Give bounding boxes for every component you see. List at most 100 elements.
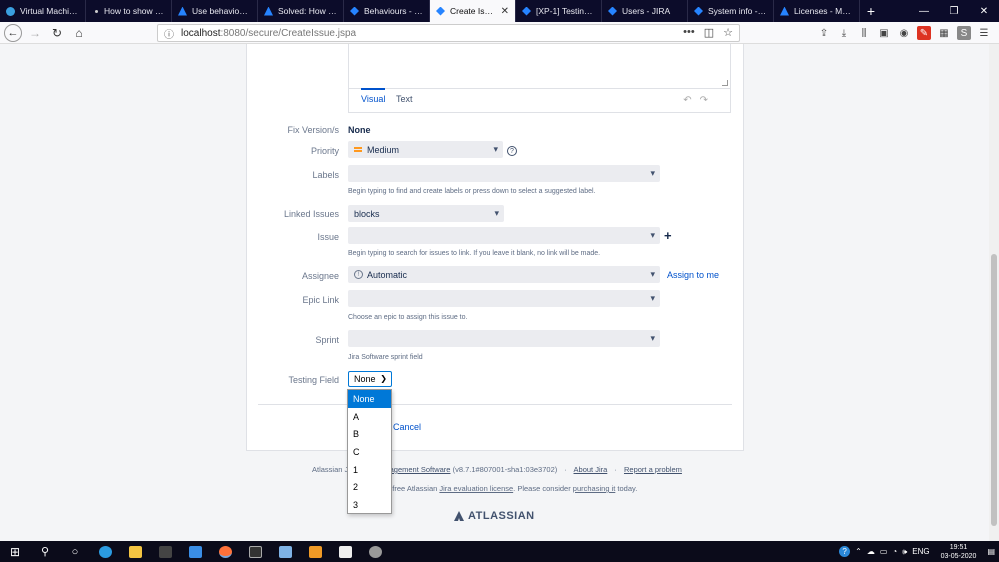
downloads-icon[interactable]: ⤓ — [837, 26, 851, 40]
network-icon[interactable]: ◔ — [892, 547, 897, 556]
extension-icon[interactable]: ◉ — [897, 26, 911, 40]
page-content: Visual Text ↶↷ Fix Version/s None Priori… — [0, 44, 999, 541]
task-view-icon[interactable]: ○ — [60, 541, 90, 562]
window-controls: — ❐ ✕ — [909, 0, 999, 22]
priority-select[interactable]: Medium ▾ — [348, 141, 503, 158]
editor-tab-visual[interactable]: Visual — [361, 88, 386, 106]
volume-icon[interactable]: 🕪 — [902, 547, 907, 557]
system-clock[interactable]: 19:51 03-05-2020 — [941, 543, 977, 561]
purchase-link[interactable]: purchasing it — [573, 484, 616, 493]
assign-to-me-link[interactable]: Assign to me — [667, 270, 719, 280]
dropdown-option[interactable]: B — [348, 425, 391, 443]
pdf-extension-icon[interactable]: ✎ — [917, 26, 931, 40]
tab-title: Licenses - My Atla — [794, 6, 853, 16]
url-bar[interactable]: ⓘ localhost:8080/secure/CreateIssue.jspa… — [157, 24, 740, 42]
notepad-app-icon[interactable] — [270, 541, 300, 562]
sprint-hint: Jira Software sprint field — [348, 354, 423, 361]
testing-field-select[interactable]: None ❯ — [348, 371, 392, 387]
about-jira-link[interactable]: About Jira — [574, 465, 608, 474]
report-problem-link[interactable]: Report a problem — [624, 465, 682, 474]
browser-tab[interactable]: Virtual Machines — [0, 0, 86, 22]
footer-version: (v8.7.1#807001-sha1:03e3702) — [450, 465, 558, 474]
browser-tab[interactable]: Behaviours - JIRA — [344, 0, 430, 22]
taskbar-edge-icon[interactable] — [90, 541, 120, 562]
notifications-icon[interactable]: ▤ — [987, 547, 995, 556]
minimize-icon[interactable]: — — [909, 0, 939, 22]
editor-tab-text[interactable]: Text — [396, 88, 413, 106]
linked-issues-select[interactable]: blocks ▾ — [348, 205, 504, 222]
help-icon[interactable]: ? — [507, 146, 517, 156]
browser-tab[interactable]: System info - JIRA — [688, 0, 774, 22]
terminal-app-icon[interactable] — [240, 541, 270, 562]
mail-icon[interactable] — [180, 541, 210, 562]
menu-icon[interactable]: ☰ — [977, 26, 991, 40]
undo-redo-icons[interactable]: ↶↷ — [683, 95, 716, 106]
browser-tab-bar: Virtual Machines How to show valu Use be… — [0, 0, 999, 22]
sprint-input[interactable]: ▾ — [348, 330, 660, 347]
resize-handle-icon[interactable] — [722, 80, 728, 86]
project-management-link[interactable]: nagement Software — [385, 465, 450, 474]
issue-input[interactable]: ▾ — [348, 227, 660, 244]
browser-tab[interactable]: Licenses - My Atla — [774, 0, 860, 22]
search-icon[interactable]: ⚲ — [30, 541, 60, 562]
browser-tab[interactable]: Users - JIRA — [602, 0, 688, 22]
close-tab-icon[interactable]: ✕ — [501, 6, 509, 17]
cancel-link[interactable]: Cancel — [393, 422, 421, 432]
browser-tab[interactable]: Use behaviour to — [172, 0, 258, 22]
tab-title: Virtual Machines — [20, 6, 79, 16]
reload-icon[interactable]: ↻ — [46, 22, 68, 44]
epic-link-input[interactable]: ▾ — [348, 290, 660, 307]
orange-app-icon[interactable] — [300, 541, 330, 562]
restore-icon[interactable]: ❐ — [939, 0, 969, 22]
library-icon[interactable]: ⫼ — [857, 26, 871, 40]
epic-link-hint: Choose an epic to assign this issue to. — [348, 314, 468, 321]
description-textarea[interactable] — [349, 44, 730, 89]
dropdown-option[interactable]: 3 — [348, 496, 391, 514]
grey-extension-icon[interactable]: S — [957, 26, 971, 40]
firefox-icon[interactable] — [210, 541, 240, 562]
screenshot-icon[interactable]: ⇪ — [817, 26, 831, 40]
atlassian-logo[interactable]: ATLASSIAN — [454, 510, 535, 522]
dropdown-option[interactable]: 2 — [348, 478, 391, 496]
bookmark-star-icon[interactable]: ☆ — [723, 26, 733, 39]
cloud-icon[interactable]: ☁ — [867, 547, 875, 556]
pocket-icon[interactable]: ◫ — [704, 26, 714, 39]
browser-tab[interactable]: Solved: How to d — [258, 0, 344, 22]
back-arrow-icon[interactable]: ← — [4, 23, 22, 42]
file-explorer-icon[interactable] — [120, 541, 150, 562]
tool-app-icon[interactable] — [360, 541, 390, 562]
page-actions-icon[interactable]: ••• — [683, 26, 695, 39]
browser-tab[interactable]: [XP-1] Testing wo — [516, 0, 602, 22]
close-icon[interactable]: ✕ — [969, 0, 999, 22]
sidebar-icon[interactable]: ▣ — [877, 26, 891, 40]
page-scrollbar[interactable] — [989, 44, 999, 541]
battery-icon[interactable]: ▭ — [880, 547, 888, 556]
priority-value: Medium — [367, 144, 400, 155]
browser-tab-active[interactable]: Create Issue - ✕ — [430, 0, 516, 22]
assignee-label: Assignee — [301, 271, 339, 281]
url-text[interactable]: localhost:8080/secure/CreateIssue.jspa — [181, 28, 356, 39]
grid-extension-icon[interactable]: ▦ — [937, 26, 951, 40]
priority-medium-icon — [354, 147, 362, 152]
evaluation-license-link[interactable]: Jira evaluation license — [439, 484, 513, 493]
help-tray-icon[interactable]: ? — [839, 546, 851, 557]
info-icon[interactable]: ⓘ — [164, 26, 174, 41]
dropdown-option[interactable]: 1 — [348, 461, 391, 479]
scrollbar-thumb[interactable] — [991, 254, 997, 526]
browser-tab[interactable]: How to show valu — [86, 0, 172, 22]
window-app-icon[interactable] — [330, 541, 360, 562]
add-link-plus-icon[interactable]: + — [664, 228, 672, 243]
show-hidden-icons-icon[interactable]: ⌃ — [855, 547, 862, 556]
store-icon[interactable] — [150, 541, 180, 562]
dropdown-option[interactable]: None — [348, 390, 391, 408]
language-indicator[interactable]: ENG — [912, 547, 929, 556]
dropdown-option[interactable]: A — [348, 408, 391, 426]
edge-icon — [6, 6, 15, 16]
labels-input[interactable]: ▾ — [348, 165, 660, 182]
forward-arrow-icon[interactable]: → — [24, 22, 46, 44]
assignee-select[interactable]: ! Automatic ▾ — [348, 266, 660, 283]
dropdown-option[interactable]: C — [348, 443, 391, 461]
new-tab-button[interactable]: + — [860, 0, 882, 22]
windows-start-icon[interactable]: ⊞ — [0, 541, 30, 562]
home-icon[interactable]: ⌂ — [68, 22, 90, 44]
